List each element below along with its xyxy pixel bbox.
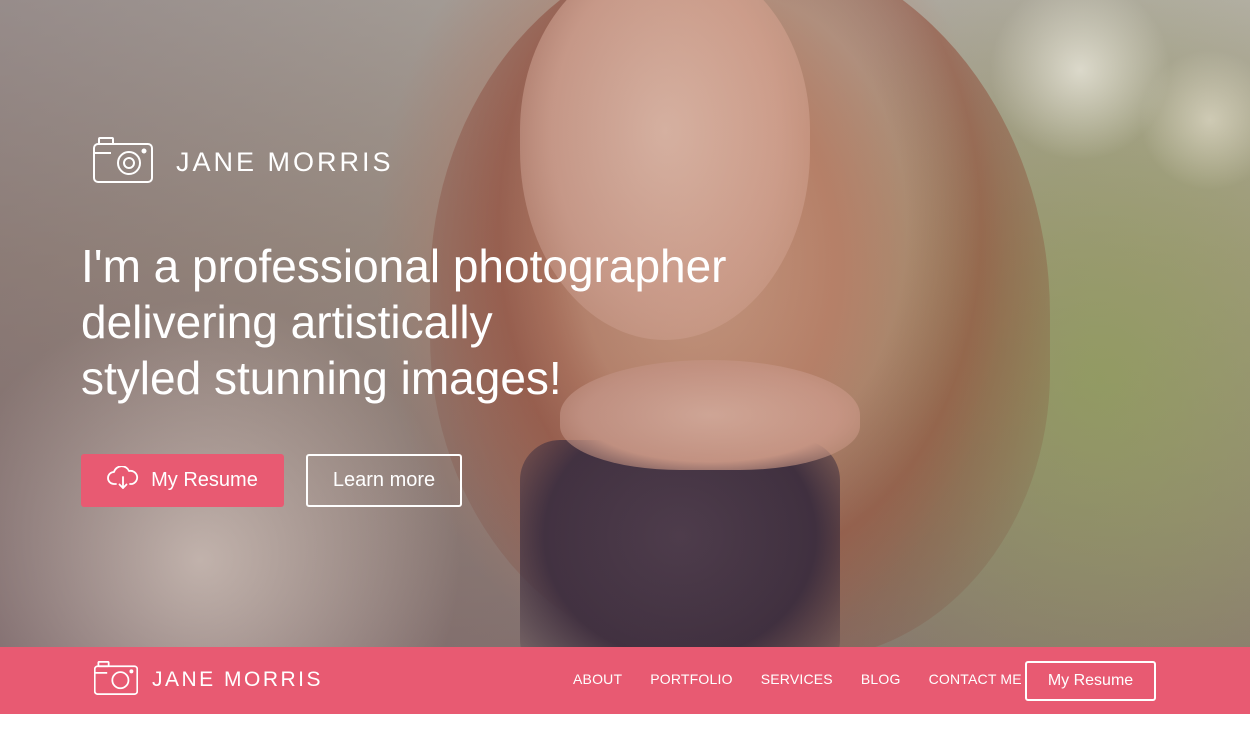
headline-line-2: delivering artistically [81,296,493,348]
headline-line-3: styled stunning images! [81,352,562,404]
nav-link-about[interactable]: ABOUT [573,671,622,687]
headline-line-1: I'm a professional photographer [81,240,727,292]
cloud-download-icon [107,464,139,496]
nav-link-contact-me[interactable]: CONTACT ME [929,671,1022,687]
camera-icon [93,660,139,700]
camera-icon [93,136,153,188]
nav-link-services[interactable]: SERVICES [761,671,833,687]
navbar: JANE MORRIS ABOUT PORTFOLIO SERVICES BLO… [0,647,1250,714]
my-resume-button[interactable]: My Resume [81,454,284,507]
nav-links: ABOUT PORTFOLIO SERVICES BLOG CONTACT ME [573,671,1022,687]
navbar-my-resume-button[interactable]: My Resume [1025,661,1156,701]
nav-link-portfolio[interactable]: PORTFOLIO [650,671,732,687]
learn-more-button[interactable]: Learn more [306,454,462,507]
hero-section: JANE MORRIS I'm a professional photograp… [0,0,1250,647]
navbar-brand[interactable]: JANE MORRIS [93,660,324,700]
hero-headline: I'm a professional photographer deliveri… [81,238,841,406]
brand-name: JANE MORRIS [176,146,394,177]
nav-link-blog[interactable]: BLOG [861,671,901,687]
my-resume-label: My Resume [151,469,258,491]
navbar-my-resume-label: My Resume [1047,672,1134,689]
hero-brand[interactable]: JANE MORRIS [93,136,394,188]
navbar-brand-name: JANE MORRIS [152,668,324,691]
learn-more-label: Learn more [332,469,436,491]
